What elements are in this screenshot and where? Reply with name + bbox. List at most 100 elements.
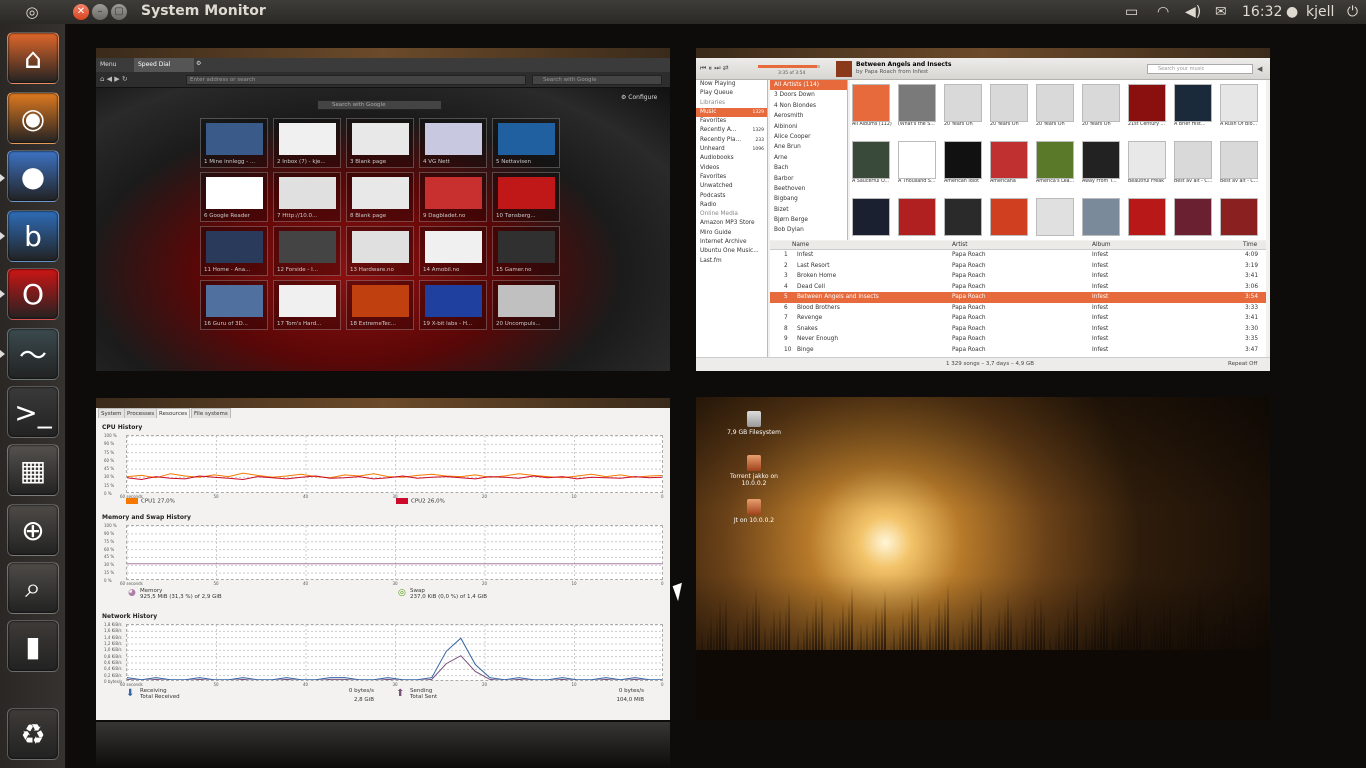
source-item[interactable]: Now Playing [696, 80, 767, 89]
gear-icon[interactable]: ⚙ [196, 60, 201, 67]
speed-dial-tile[interactable]: 4 VG Nett [419, 118, 487, 168]
home-icon[interactable]: ⌂ ◀ ▶ ↻ [100, 75, 128, 83]
source-item[interactable]: Recently A... 1329 [696, 126, 767, 135]
user-name[interactable]: kjell [1306, 3, 1334, 21]
source-item[interactable]: Music 1329 [696, 107, 767, 118]
swap-icon[interactable]: ◎ [398, 588, 406, 598]
speed-dial-tile[interactable]: 3 Blank page [346, 118, 414, 168]
album-tile[interactable]: 20 Years On [1036, 84, 1076, 136]
minimize-button[interactable]: – [92, 4, 108, 20]
launcher-pidgin[interactable]: ● [7, 150, 59, 202]
source-item[interactable]: Radio [696, 201, 767, 210]
artist-item[interactable]: Alice Cooper [770, 132, 847, 142]
album-tile[interactable]: (What's the S... [898, 84, 938, 136]
album-tile[interactable]: American Idiot [944, 141, 984, 193]
speed-dial-tile[interactable]: 10 Tønsberg... [492, 172, 560, 222]
launcher-home-folder[interactable]: ⌂ [7, 32, 59, 84]
artist-item[interactable]: Albinoni [770, 122, 847, 132]
playback-controls-icon[interactable]: ⏮ ⏸ ⏭ ⇄ [700, 64, 729, 73]
album-tile[interactable]: Best av alt - C... [1174, 141, 1214, 193]
speed-dial-tile[interactable]: 13 Hardware.no [346, 226, 414, 276]
track-row[interactable]: 7 Revenge Papa Roach Infest 3:41 [770, 313, 1266, 324]
source-item[interactable]: Ubuntu One Music... [696, 247, 767, 256]
source-item[interactable]: Amazon MP3 Store [696, 219, 767, 228]
launcher-magnifier[interactable]: ⊕ [7, 504, 59, 556]
repeat-button[interactable]: Repeat Off [1228, 361, 1257, 367]
album-tile[interactable]: A Brief Hist... [1174, 84, 1214, 136]
album-tile[interactable]: A Saucerful O... [852, 141, 892, 193]
address-input[interactable]: Enter address or search [186, 75, 526, 85]
speed-dial-tile[interactable]: 2 Inbox (7) - kje... [273, 118, 341, 168]
track-row[interactable]: 9 Never Enough Papa Roach Infest 3:35 [770, 334, 1266, 345]
album-tile[interactable]: A Thousand S... [898, 141, 938, 193]
album-tile[interactable]: All Albums (112) [852, 84, 892, 136]
track-row[interactable]: 8 Snakes Papa Roach Infest 3:30 [770, 324, 1266, 335]
close-button[interactable]: ✕ [73, 4, 89, 20]
artist-item[interactable]: Ane Brun [770, 142, 847, 152]
tab-processes[interactable]: Processes [124, 408, 158, 418]
page-search-input[interactable]: Search with Google [317, 100, 442, 110]
speed-dial-tile[interactable]: 20 Uncompuls... [492, 280, 560, 330]
speed-dial-tile[interactable]: 7 Http://10.0... [273, 172, 341, 222]
desktop-icon[interactable]: Torrent jakko on 10.0.0.2 [724, 455, 784, 487]
source-item[interactable]: Favorites [696, 117, 767, 126]
artist-item[interactable]: All Artists (114) [770, 80, 847, 91]
launcher-workspace-switcher[interactable]: ▦ [7, 444, 59, 496]
desktop-icon[interactable]: Jt on 10.0.0.2 [724, 499, 784, 524]
album-tile[interactable]: 20 Years On [990, 84, 1030, 136]
maximize-button[interactable]: ▢ [111, 4, 127, 20]
tab-file-systems[interactable]: File systems [191, 408, 231, 418]
desktop-icon[interactable]: 7,9 GB Filesystem [724, 411, 784, 436]
launcher-opera[interactable]: O [7, 268, 59, 320]
artist-item[interactable]: Bizet [770, 205, 847, 215]
launcher-firefox[interactable]: ◉ [7, 92, 59, 144]
speed-dial-tile[interactable]: 6 Google Reader [200, 172, 268, 222]
album-tile[interactable]: Beautiful Freak [1128, 141, 1168, 193]
music-search-input[interactable]: Search your music [1147, 64, 1253, 74]
launcher-usb-drive[interactable]: ▮ [7, 620, 59, 672]
clock[interactable]: 16:32 [1242, 3, 1282, 21]
artist-item[interactable]: Arne [770, 153, 847, 163]
banshee-window[interactable]: ⏮ ⏸ ⏭ ⇄ 3:35 of 3:54 Between Angels and … [696, 48, 1270, 371]
tab-speed-dial[interactable]: Speed Dial [134, 58, 194, 72]
album-tile[interactable]: Away From T... [1082, 141, 1122, 193]
source-item[interactable]: Unwatched [696, 182, 767, 191]
battery-icon[interactable]: ▭ [1125, 3, 1138, 21]
track-row[interactable]: 1 Infest Papa Roach Infest 4:09 [770, 250, 1266, 261]
column-artist[interactable]: Artist [952, 242, 968, 248]
desktop-workspace[interactable]: 7,9 GB Filesystem Torrent jakko on 10.0.0… [696, 397, 1270, 720]
track-row[interactable]: 3 Broken Home Papa Roach Infest 3:41 [770, 271, 1266, 282]
artist-item[interactable]: Bob Dylan [770, 225, 847, 235]
album-tile[interactable]: 20 Years On [944, 84, 984, 136]
dash-icon[interactable]: ◎ [22, 3, 42, 21]
source-item[interactable]: Libraries [696, 99, 767, 108]
tab-system[interactable]: System [98, 408, 125, 418]
track-row[interactable]: 10 Binge Papa Roach Infest 3:47 [770, 345, 1266, 356]
volume-icon[interactable]: ◀ [1257, 65, 1262, 73]
artist-item[interactable]: Barbor [770, 174, 847, 184]
album-tile[interactable]: 21st Century ... [1128, 84, 1168, 136]
power-icon[interactable]: ⏻ [1347, 3, 1358, 21]
launcher-banshee[interactable]: b [7, 210, 59, 262]
artist-item[interactable]: Bach [770, 163, 847, 173]
opera-window[interactable]: Menu Speed Dial ⚙ ⌂ ◀ ▶ ↻ Enter address … [96, 48, 670, 371]
source-item[interactable]: Unheard 1096 [696, 145, 767, 154]
speed-dial-tile[interactable]: 16 Guru of 3D... [200, 280, 268, 330]
column-album[interactable]: Album [1092, 242, 1111, 248]
album-tile[interactable]: 20 Years On [1082, 84, 1122, 136]
track-row[interactable]: 2 Last Resort Papa Roach Infest 3:19 [770, 261, 1266, 272]
track-row[interactable]: 5 Between Angels and Insects Papa Roach Inf… [770, 292, 1266, 303]
launcher-search-files[interactable]: ⌕ [7, 562, 59, 614]
speed-dial-tile[interactable]: 1 Mine innlegg - ... [200, 118, 268, 168]
album-tile[interactable]: A Rush Of Blo... [1220, 84, 1260, 136]
upload-icon[interactable]: ⬆ [396, 688, 404, 699]
speed-dial-tile[interactable]: 8 Blank page [346, 172, 414, 222]
source-item[interactable]: Internet Archive [696, 238, 767, 247]
artist-item[interactable]: Bjørn Berge [770, 215, 847, 225]
user-icon[interactable]: ● [1286, 3, 1298, 21]
speed-dial-tile[interactable]: 5 Nettavisen [492, 118, 560, 168]
source-item[interactable]: Last.fm [696, 257, 767, 266]
browser-menu-button[interactable]: Menu [100, 61, 116, 68]
source-item[interactable]: Favorites [696, 173, 767, 182]
artist-item[interactable]: Bigbang [770, 194, 847, 204]
